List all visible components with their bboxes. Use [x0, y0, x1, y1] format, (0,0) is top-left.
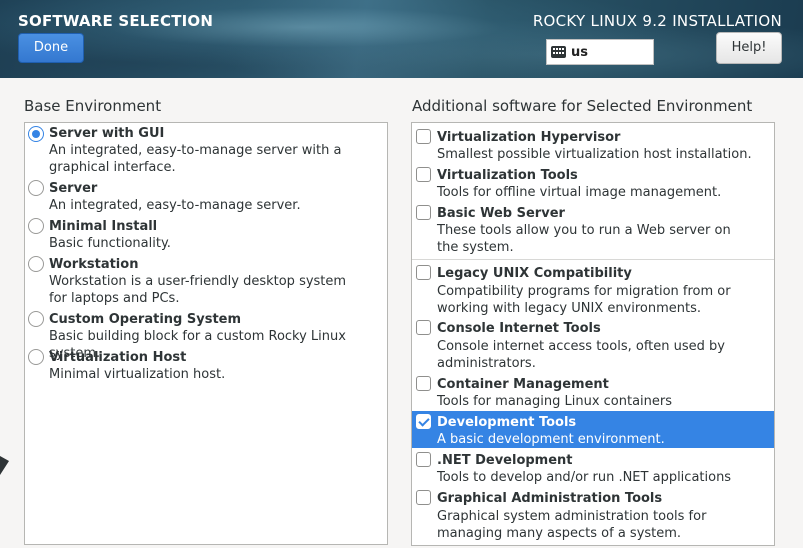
addon-name: .NET Development [437, 453, 573, 468]
env-item-server[interactable]: Server An integrated, easy-to-manage ser… [25, 179, 387, 217]
env-item-custom-os[interactable]: Custom Operating System Basic building b… [25, 310, 387, 361]
env-name: Minimal Install [49, 219, 158, 234]
additional-software-label: Additional software for Selected Environ… [412, 97, 753, 115]
help-button[interactable]: Help! [716, 32, 782, 64]
radio-button[interactable] [28, 218, 44, 234]
addon-item-console-internet-tools[interactable]: Console Internet Tools Console internet … [412, 316, 774, 372]
env-name: Server with GUI [49, 126, 165, 141]
env-item-minimal-install[interactable]: Minimal Install Basic functionality. [25, 217, 387, 255]
page-title: SOFTWARE SELECTION [18, 12, 214, 30]
addon-item-graphical-admin-tools[interactable]: Graphical Administration Tools Graphical… [412, 486, 774, 545]
radio-button[interactable] [28, 256, 44, 272]
addon-description: Tools for offline virtual image manageme… [437, 185, 722, 200]
env-name: Custom Operating System [49, 312, 242, 327]
addon-description: Graphical system administration tools fo… [437, 509, 707, 541]
checkbox[interactable] [416, 265, 431, 280]
env-name: Virtualization Host [49, 350, 187, 365]
addon-description: A basic development environment. [437, 432, 665, 447]
addon-description: These tools allow you to run a Web serve… [437, 223, 731, 255]
product-title: ROCKY LINUX 9.2 INSTALLATION [532, 12, 782, 30]
env-name: Server [49, 181, 98, 196]
addon-name: Console Internet Tools [437, 321, 601, 336]
addon-item-dotnet-development[interactable]: .NET Development Tools to develop and/or… [412, 448, 774, 486]
additional-software-list[interactable]: Virtualization Hypervisor Smallest possi… [411, 122, 775, 546]
base-environment-list: Server with GUI An integrated, easy-to-m… [24, 122, 388, 545]
addon-item-legacy-unix[interactable]: Legacy UNIX Compatibility Compatibility … [412, 260, 774, 316]
addon-item-virtualization-hypervisor[interactable]: Virtualization Hypervisor Smallest possi… [412, 123, 774, 162]
env-description: An integrated, easy-to-manage server wit… [49, 143, 342, 175]
checkbox[interactable] [416, 167, 431, 182]
env-description: An integrated, easy-to-manage server. [49, 198, 301, 213]
checkbox[interactable] [416, 205, 431, 220]
radio-button[interactable] [28, 349, 44, 365]
addon-item-basic-web-server[interactable]: Basic Web Server These tools allow you t… [412, 200, 774, 258]
env-description: Minimal virtualization host. [49, 367, 226, 382]
checkbox[interactable] [416, 320, 431, 335]
addon-description: Tools for managing Linux containers [437, 394, 673, 409]
addon-description: Smallest possible virtualization host in… [437, 147, 752, 162]
addon-description: Tools to develop and/or run .NET applica… [437, 470, 732, 485]
keyboard-icon [551, 46, 566, 58]
base-environment-label: Base Environment [24, 97, 162, 115]
header-bar: SOFTWARE SELECTION Done ROCKY LINUX 9.2 … [0, 0, 803, 78]
addon-name: Graphical Administration Tools [437, 491, 663, 506]
checkbox[interactable] [416, 452, 431, 467]
keyboard-layout-indicator[interactable]: us [546, 39, 654, 65]
radio-button[interactable] [28, 126, 44, 142]
checkbox-checked[interactable] [416, 414, 431, 429]
radio-button[interactable] [28, 180, 44, 196]
addon-name: Virtualization Tools [437, 168, 578, 183]
addon-name: Development Tools [437, 415, 577, 430]
checkbox[interactable] [416, 129, 431, 144]
radio-button[interactable] [28, 311, 44, 327]
addon-description: Compatibility programs for migration fro… [437, 284, 731, 316]
addon-item-virtualization-tools[interactable]: Virtualization Tools Tools for offline v… [412, 162, 774, 200]
keyboard-layout-label: us [571, 45, 588, 60]
env-description: Basic functionality. [49, 236, 171, 251]
addon-name: Basic Web Server [437, 206, 565, 221]
done-button[interactable]: Done [18, 33, 84, 63]
env-item-virtualization-host[interactable]: Virtualization Host Minimal virtualizati… [25, 348, 387, 386]
env-name: Workstation [49, 257, 139, 272]
addon-name: Legacy UNIX Compatibility [437, 266, 632, 281]
env-item-server-with-gui[interactable]: Server with GUI An integrated, easy-to-m… [25, 123, 387, 179]
mouse-pointer-icon [0, 456, 9, 475]
env-item-workstation[interactable]: Workstation Workstation is a user-friend… [25, 255, 387, 310]
env-description: Workstation is a user-friendly desktop s… [49, 274, 347, 306]
addon-name: Virtualization Hypervisor [437, 130, 621, 145]
addon-name: Container Management [437, 377, 609, 392]
addon-description: Console internet access tools, often use… [437, 339, 725, 371]
checkbox[interactable] [416, 490, 431, 505]
addon-item-development-tools[interactable]: Development Tools A basic development en… [412, 411, 774, 448]
checkbox[interactable] [416, 376, 431, 391]
addon-item-container-management[interactable]: Container Management Tools for managing … [412, 372, 774, 411]
